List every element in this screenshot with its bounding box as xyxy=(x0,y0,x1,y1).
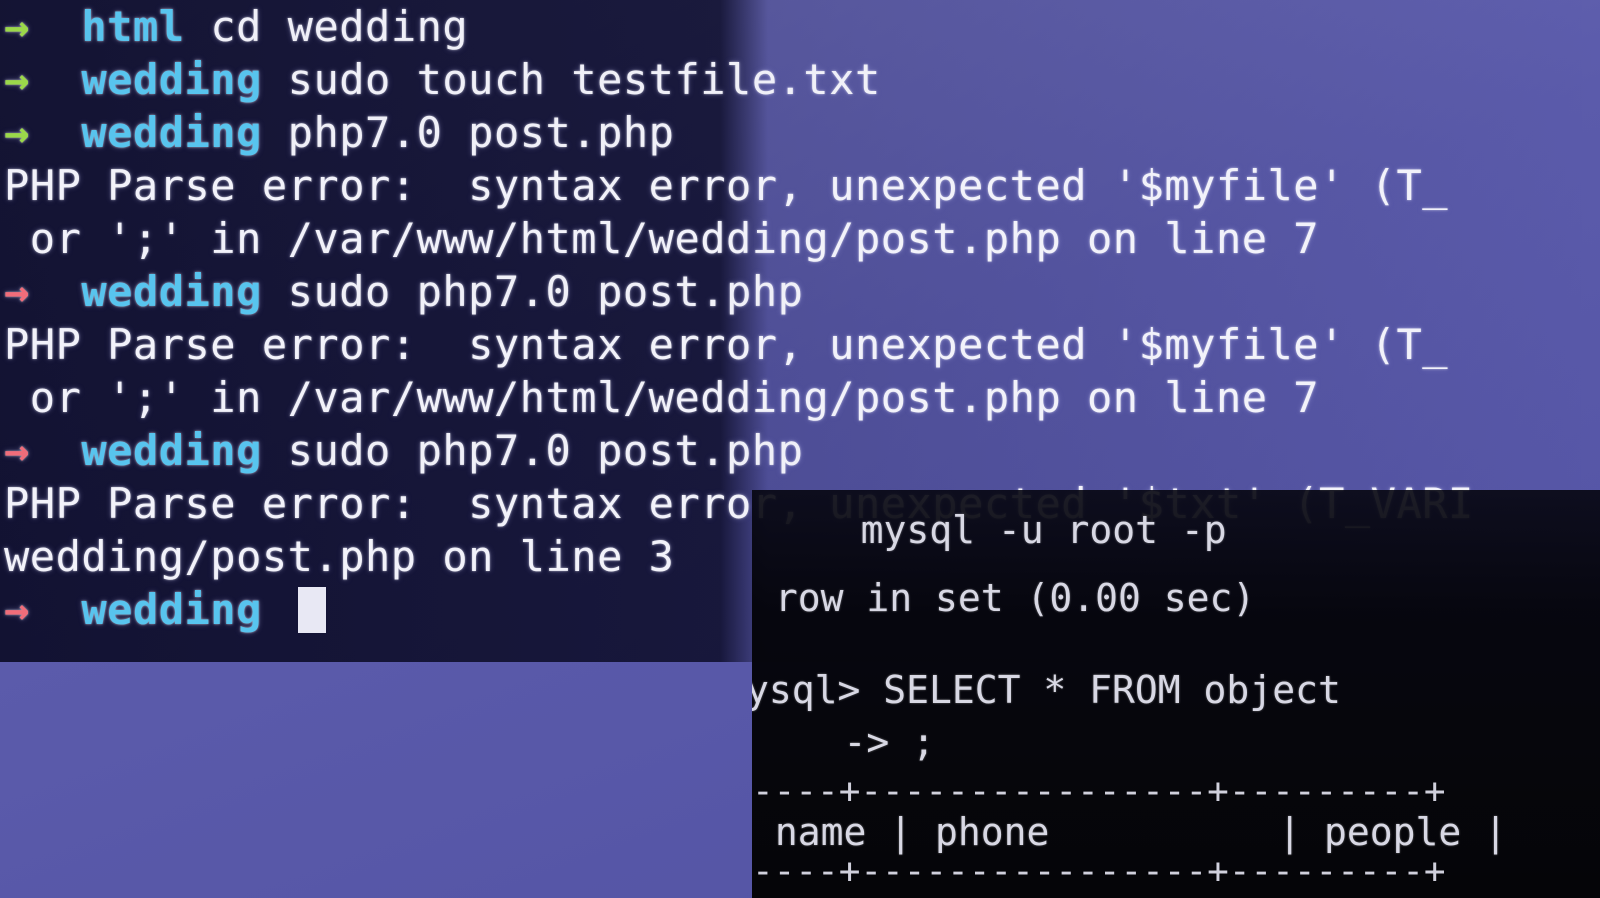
error-line: PHP Parse error: syntax error, unexpecte… xyxy=(4,320,1449,369)
error-line: PHP Parse error: syntax error, unexpecte… xyxy=(4,161,1449,210)
prompt-line: → wedding sudo php7.0 post.php xyxy=(4,424,1594,477)
prompt-line: → wedding php7.0 post.php xyxy=(4,106,1594,159)
table-border-bottom: ----+----------------+---------+ xyxy=(752,851,1446,892)
prompt-directory: wedding xyxy=(81,426,262,475)
table-header-row: name | phone | people | xyxy=(752,810,1507,854)
query-result-status: row in set (0.00 sec) xyxy=(752,576,1256,620)
prompt-arrow-icon: → xyxy=(4,55,30,104)
command-input[interactable] xyxy=(262,585,288,634)
command-text: sudo php7.0 post.php xyxy=(261,267,804,316)
prompt-line: → wedding sudo touch testfile.txt xyxy=(4,53,1594,106)
error-line: or ';' in /var/www/html/wedding/post.php… xyxy=(4,214,1320,263)
command-text: sudo touch testfile.txt xyxy=(261,55,881,104)
prompt-directory: wedding xyxy=(81,267,262,316)
prompt-arrow-icon: → xyxy=(4,108,30,157)
mysql-prompt-line: ysql> SELECT * FROM object xyxy=(752,668,1341,712)
prompt-directory: wedding xyxy=(81,585,262,634)
prompt-line: → html cd wedding xyxy=(4,0,1594,53)
faded-command-line: mysql -u root -p xyxy=(792,508,1227,552)
table-border-top: ----+----------------+---------+ xyxy=(752,771,1446,812)
prompt-arrow-icon: → xyxy=(4,426,30,475)
prompt-arrow-icon: → xyxy=(4,2,30,51)
command-text: sudo php7.0 post.php xyxy=(261,426,804,475)
mysql-terminal-window[interactable]: mysql -u root -p row in set (0.00 sec) y… xyxy=(752,490,1600,898)
prompt-line: → wedding sudo php7.0 post.php xyxy=(4,265,1594,318)
error-line: or ';' in /var/www/html/wedding/post.php… xyxy=(4,373,1320,422)
prompt-directory: wedding xyxy=(81,108,262,157)
prompt-directory: wedding xyxy=(81,55,262,104)
prompt-directory: html xyxy=(81,2,185,51)
prompt-arrow-icon: → xyxy=(4,267,30,316)
command-text: php7.0 post.php xyxy=(261,108,675,157)
mysql-continuation-line: -> ; xyxy=(752,720,936,764)
prompt-arrow-icon: → xyxy=(4,585,30,634)
text-cursor xyxy=(297,586,326,633)
command-text: cd wedding xyxy=(184,2,469,51)
